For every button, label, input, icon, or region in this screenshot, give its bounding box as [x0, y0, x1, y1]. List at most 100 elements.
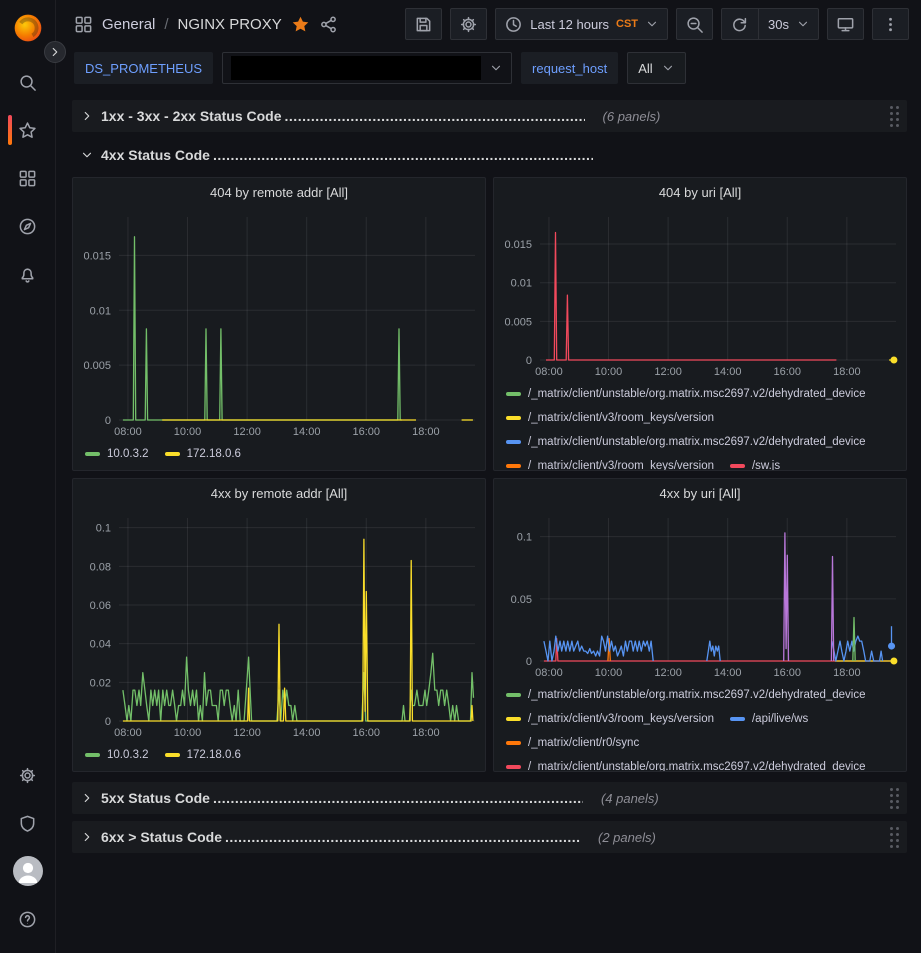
svg-text:12:00: 12:00	[233, 426, 261, 438]
panel-legend: /_matrix/client/unstable/org.matrix.msc2…	[494, 380, 906, 470]
timeseries-chart[interactable]: 08:0010:0012:0014:0016:0018:0000.0050.01…	[73, 208, 485, 440]
dashboard-canvas: 1xx - 3xx - 2xx Status Code ............…	[56, 92, 921, 953]
variables-bar: DS_PROMETHEUS request_host All	[56, 48, 921, 92]
svg-text:18:00: 18:00	[412, 727, 440, 739]
breadcrumb-dashboard-title[interactable]: NGINX PROXY	[178, 16, 282, 33]
svg-text:08:00: 08:00	[535, 366, 563, 378]
row-6xx-status-code[interactable]: 6xx > Status Code ......................…	[72, 821, 907, 853]
row-title-dots: ........................................…	[285, 108, 585, 124]
variable-label-ds-prometheus[interactable]: DS_PROMETHEUS	[74, 52, 213, 84]
svg-text:12:00: 12:00	[654, 667, 682, 679]
row-4xx-status-code[interactable]: 4xx Status Code ........................…	[72, 139, 907, 171]
svg-text:08:00: 08:00	[114, 426, 142, 438]
breadcrumb-folder[interactable]: General	[102, 16, 155, 33]
svg-text:0: 0	[105, 716, 111, 728]
legend-label: /_matrix/client/v3/room_keys/version	[528, 412, 714, 424]
sidebar-expand-button[interactable]	[44, 41, 66, 63]
timezone-label: CST	[616, 18, 638, 30]
cycle-view-mode-button[interactable]	[827, 8, 864, 40]
legend-item[interactable]: /_matrix/client/unstable/org.matrix.msc2…	[506, 430, 866, 454]
svg-text:10:00: 10:00	[595, 667, 623, 679]
legend-item[interactable]: /_matrix/client/v3/room_keys/version	[506, 406, 714, 430]
panel-title[interactable]: 4xx by uri [All]	[494, 479, 906, 509]
svg-text:16:00: 16:00	[352, 727, 380, 739]
refresh-picker[interactable]: 30s	[721, 8, 819, 40]
legend-item[interactable]: 10.0.3.2	[85, 442, 149, 466]
legend-item[interactable]: /_matrix/client/unstable/org.matrix.msc2…	[506, 382, 866, 406]
legend-label: /_matrix/client/v3/room_keys/version	[528, 460, 714, 470]
variable-dropdown-request-host[interactable]: All	[627, 52, 685, 84]
sidebar-item-starred[interactable]	[0, 106, 56, 154]
panel-title[interactable]: 404 by uri [All]	[494, 178, 906, 208]
timeseries-chart[interactable]: 08:0010:0012:0014:0016:0018:0000.050.1	[494, 509, 906, 681]
grafana-logo-icon[interactable]	[12, 12, 44, 44]
person-icon	[13, 856, 43, 886]
kebab-menu-icon	[881, 15, 900, 34]
row-title: 4xx Status Code	[101, 147, 210, 163]
more-options-button[interactable]	[872, 8, 909, 40]
sidebar-item-dashboards[interactable]	[0, 154, 56, 202]
row-title: 5xx Status Code	[101, 790, 210, 806]
series-color-swatch	[506, 741, 521, 745]
legend-label: /_matrix/client/r0/sync	[528, 737, 639, 749]
gear-icon	[18, 766, 37, 785]
legend-label: 10.0.3.2	[107, 448, 149, 460]
share-icon[interactable]	[319, 15, 338, 34]
svg-text:10:00: 10:00	[595, 366, 623, 378]
legend-item[interactable]: /_matrix/client/v3/room_keys/version	[506, 707, 714, 731]
legend-label: 10.0.3.2	[107, 749, 149, 761]
sidebar-item-profile[interactable]	[0, 847, 56, 895]
legend-item[interactable]: 172.18.0.6	[165, 743, 241, 767]
timeseries-chart[interactable]: 08:0010:0012:0014:0016:0018:0000.0050.01…	[494, 208, 906, 380]
panel-404-by-remote-addr: 404 by remote addr [All] 08:00 10:00 12:00…	[72, 177, 486, 471]
svg-text:12:00: 12:00	[654, 366, 682, 378]
row-5xx-status-code[interactable]: 5xx Status Code ........................…	[72, 782, 907, 814]
legend-item[interactable]: /_matrix/client/v3/room_keys/version	[506, 454, 714, 470]
chevron-right-icon	[80, 109, 94, 123]
legend-item[interactable]: /_matrix/client/r0/sync	[506, 731, 639, 755]
variable-label-request-host[interactable]: request_host	[521, 52, 618, 84]
chevron-right-icon	[80, 830, 94, 844]
legend-item[interactable]: /_matrix/client/unstable/org.matrix.msc2…	[506, 755, 866, 771]
svg-text:10:00: 10:00	[174, 426, 202, 438]
dashboards-grid-icon	[18, 169, 37, 188]
sidebar-item-help[interactable]	[0, 895, 56, 943]
legend-label: 172.18.0.6	[187, 448, 241, 460]
sidebar-item-configuration[interactable]	[0, 751, 56, 799]
save-dashboard-button[interactable]	[405, 8, 442, 40]
svg-text:08:00: 08:00	[535, 667, 563, 679]
sidebar-item-server-admin[interactable]	[0, 799, 56, 847]
dashboard-settings-button[interactable]	[450, 8, 487, 40]
sidebar-item-explore[interactable]	[0, 202, 56, 250]
save-icon	[414, 15, 433, 34]
favorite-star-icon[interactable]	[291, 15, 310, 34]
svg-text:0.015: 0.015	[83, 250, 111, 262]
legend-item[interactable]: 172.18.0.6	[165, 442, 241, 466]
sidebar-nav-bottom	[0, 751, 56, 943]
row-1xx-3xx-2xx-status-code[interactable]: 1xx - 3xx - 2xx Status Code ............…	[72, 100, 907, 132]
svg-text:0.04: 0.04	[90, 639, 111, 651]
svg-text:0.015: 0.015	[504, 239, 532, 251]
panel-title[interactable]: 404 by remote addr [All]	[73, 178, 485, 208]
row-panel-count: (4 panels)	[601, 791, 659, 806]
nav-sidebar	[0, 0, 56, 953]
sidebar-item-alerting[interactable]	[0, 250, 56, 298]
row-drag-handle[interactable]	[890, 827, 899, 848]
svg-text:14:00: 14:00	[714, 366, 742, 378]
timeseries-chart[interactable]: 08:0010:0012:0014:0016:0018:0000.020.040…	[73, 509, 485, 741]
legend-label: /_matrix/client/unstable/org.matrix.msc2…	[528, 689, 866, 701]
time-range-picker[interactable]: Last 12 hours CST	[495, 8, 668, 40]
svg-text:0.08: 0.08	[90, 561, 111, 573]
row-drag-handle[interactable]	[890, 788, 899, 809]
zoom-out-time-button[interactable]	[676, 8, 713, 40]
sidebar-item-search[interactable]	[0, 58, 56, 106]
variable-dropdown-datasource[interactable]	[222, 52, 512, 84]
row-drag-handle[interactable]	[890, 106, 899, 127]
legend-item[interactable]: /api/live/ws	[730, 707, 808, 731]
legend-item[interactable]: /sw.js	[730, 454, 780, 470]
svg-text:0.01: 0.01	[511, 278, 532, 290]
legend-item[interactable]: /_matrix/client/unstable/org.matrix.msc2…	[506, 683, 866, 707]
legend-item[interactable]: 10.0.3.2	[85, 743, 149, 767]
svg-text:0.02: 0.02	[90, 677, 111, 689]
panel-title[interactable]: 4xx by remote addr [All]	[73, 479, 485, 509]
